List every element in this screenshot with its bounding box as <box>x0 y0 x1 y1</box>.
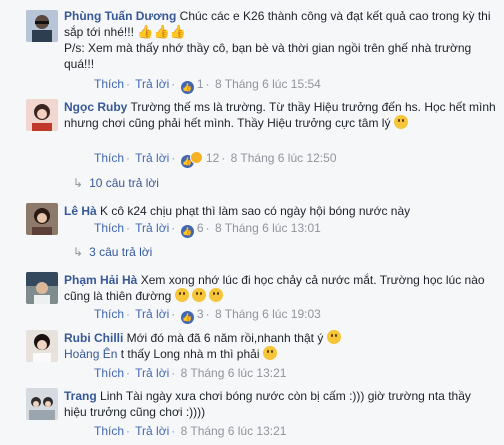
reaction-count[interactable]: 1 <box>197 77 204 91</box>
reaction-count[interactable]: 12 <box>206 151 219 165</box>
cry-emoji-icon <box>192 288 206 302</box>
thumbs-up-icon: 👍👍👍 <box>137 24 186 39</box>
reply-arrow-icon: ↳ <box>73 176 84 190</box>
like-button[interactable]: Thích <box>94 366 124 380</box>
reply-button[interactable]: Trả lời <box>135 151 169 165</box>
commenter-name[interactable]: Phùng Tuấn Dương <box>64 9 176 23</box>
cry-emoji-icon <box>174 288 189 302</box>
comment-actions: Thích · Trả lời · 👍 1 · 8 Tháng 6 lúc 15:54 <box>94 77 321 94</box>
mention-link[interactable]: Hoàng Ên <box>64 347 117 361</box>
avatar[interactable] <box>26 388 58 420</box>
timestamp[interactable]: 8 Tháng 6 lúc 19:03 <box>215 307 321 321</box>
avatar[interactable] <box>26 203 58 235</box>
view-replies-link[interactable]: ↳ 3 câu trả lời <box>73 245 152 259</box>
like-reaction-icon: 👍 <box>180 311 194 324</box>
commenter-name[interactable]: Phạm Hải Hà <box>64 273 137 287</box>
timestamp[interactable]: 8 Tháng 6 lúc 13:21 <box>181 366 287 380</box>
replies-count[interactable]: 10 câu trả lời <box>89 176 159 190</box>
like-button[interactable]: Thích <box>94 307 124 321</box>
grin-emoji-icon <box>326 330 341 344</box>
reply-button[interactable]: Trả lời <box>135 366 169 380</box>
comment-text: t thấy Long nhà m thì phải <box>120 347 260 361</box>
comment-text: Linh Tài ngày xưa chơi bóng nước còn bị … <box>64 389 471 419</box>
haha-reaction-icon <box>189 151 203 164</box>
reaction-count[interactable]: 3 <box>197 307 204 321</box>
like-reaction-icon: 👍 <box>180 225 194 238</box>
comment-actions: Thích · Trả lời · 👍 6 · 8 Tháng 6 lúc 13:01 <box>94 221 321 238</box>
grin-emoji-icon <box>262 346 277 360</box>
timestamp[interactable]: 8 Tháng 6 lúc 13:01 <box>215 221 321 235</box>
avatar[interactable] <box>26 330 58 362</box>
replies-count[interactable]: 3 câu trả lời <box>89 245 152 259</box>
timestamp[interactable]: 8 Tháng 6 lúc 13:21 <box>181 424 287 438</box>
avatar[interactable] <box>26 99 58 131</box>
grin-emoji-icon <box>393 115 408 129</box>
reply-button[interactable]: Trả lời <box>135 424 169 438</box>
like-button[interactable]: Thích <box>94 77 124 91</box>
reply-button[interactable]: Trả lời <box>135 221 169 235</box>
comment-actions: Thích · Trả lời · 👍 3 · 8 Tháng 6 lúc 19:03 <box>94 307 321 324</box>
like-button[interactable]: Thích <box>94 151 124 165</box>
reply-button[interactable]: Trả lời <box>135 307 169 321</box>
comment-text: P/s: Xem mà thấy nhớ thầy cô, bạn bè và … <box>64 41 472 71</box>
commenter-name[interactable]: Ngọc Ruby <box>64 100 127 114</box>
reply-button[interactable]: Trả lời <box>135 77 169 91</box>
like-reaction-icon: 👍 <box>180 81 194 94</box>
avatar[interactable] <box>26 272 58 304</box>
timestamp[interactable]: 8 Tháng 6 lúc 12:50 <box>231 151 337 165</box>
comment-actions: Thích · Trả lời · 8 Tháng 6 lúc 13:21 <box>94 366 287 380</box>
comment-text: Mới đó mà đã 6 năm rồi,nhanh thật ý <box>126 331 324 345</box>
comment-text: K cô k24 chịu phạt thì làm sao có ngày h… <box>100 204 411 218</box>
like-button[interactable]: Thích <box>94 221 124 235</box>
timestamp[interactable]: 8 Tháng 6 lúc 15:54 <box>215 77 321 91</box>
commenter-name[interactable]: Trang <box>64 389 97 403</box>
cry-emoji-icon <box>209 288 224 302</box>
like-button[interactable]: Thích <box>94 424 124 438</box>
comment-text: Trường thế ms là trường. Từ thầy Hiệu tr… <box>64 100 496 130</box>
comment-actions: Thích · Trả lời · 👍 12 · 8 Tháng 6 lúc 12:5… <box>94 151 337 168</box>
reply-arrow-icon: ↳ <box>73 245 84 259</box>
view-replies-link[interactable]: ↳ 10 câu trả lời <box>73 176 159 190</box>
reaction-count[interactable]: 6 <box>197 221 204 235</box>
comment-actions: Thích · Trả lời · 8 Tháng 6 lúc 13:21 <box>94 424 287 438</box>
avatar[interactable] <box>26 10 58 42</box>
commenter-name[interactable]: Lê Hà <box>64 204 97 218</box>
commenter-name[interactable]: Rubi Chilli <box>64 331 123 345</box>
